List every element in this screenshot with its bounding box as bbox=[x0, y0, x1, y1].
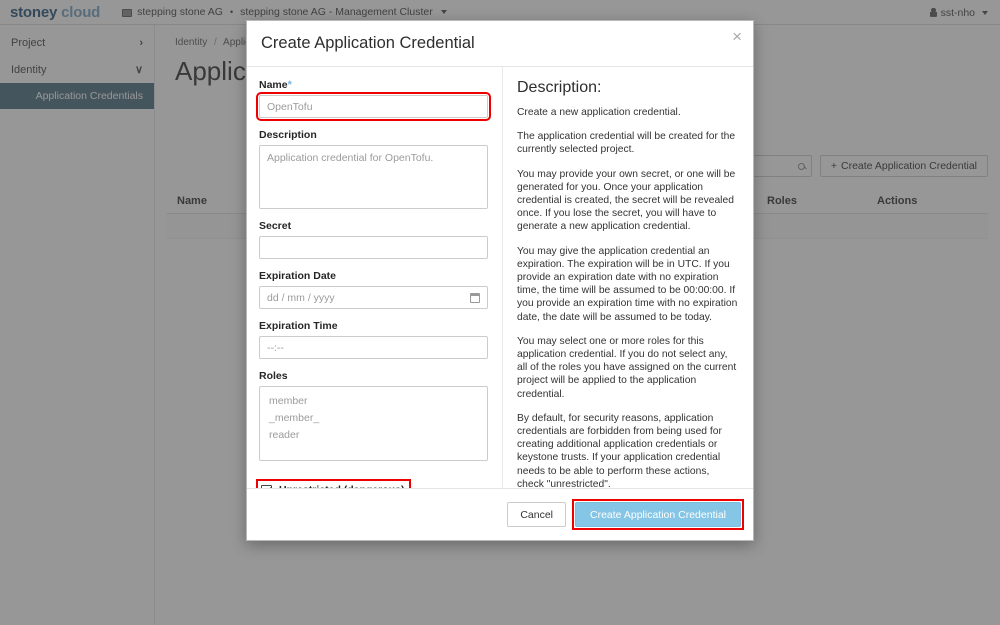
field-description-label: Description bbox=[259, 129, 317, 141]
description-textarea-value: Application credential for OpenTofu. bbox=[267, 152, 434, 164]
field-roles: Roles member _member_ reader bbox=[259, 370, 488, 461]
expiration-time-placeholder: --:-- bbox=[267, 341, 284, 354]
description-paragraph: You may provide your own secret, or one … bbox=[517, 168, 736, 233]
expiration-date-input[interactable]: dd / mm / yyyy bbox=[259, 286, 488, 309]
list-item[interactable]: member bbox=[260, 393, 487, 410]
field-secret: Secret bbox=[259, 220, 488, 259]
close-icon[interactable]: × bbox=[732, 28, 742, 45]
field-expiration-time-label: Expiration Time bbox=[259, 320, 338, 332]
description-textarea[interactable]: Application credential for OpenTofu. bbox=[259, 145, 488, 209]
modal-form-column: Name* OpenTofu Description Application c… bbox=[247, 67, 503, 488]
field-name: Name* OpenTofu bbox=[256, 79, 491, 121]
field-expiration-time: Expiration Time --:-- bbox=[259, 320, 488, 359]
description-heading: Description: bbox=[517, 79, 602, 96]
description-paragraph: You may select one or more roles for thi… bbox=[517, 335, 737, 400]
field-secret-label: Secret bbox=[259, 220, 292, 232]
roles-listbox[interactable]: member _member_ reader bbox=[259, 386, 488, 461]
field-name-label-text: Name bbox=[259, 79, 288, 91]
field-expiration-date: Expiration Date dd / mm / yyyy bbox=[259, 270, 488, 309]
list-item[interactable]: _member_ bbox=[260, 410, 487, 427]
app-root: stoney cloud stepping stone AG • steppin… bbox=[0, 0, 1000, 625]
field-roles-label: Roles bbox=[259, 370, 288, 382]
modal-footer: Cancel Create Application Credential bbox=[247, 488, 753, 540]
modal-header: Create Application Credential × bbox=[247, 21, 753, 67]
field-name-label: Name* bbox=[259, 79, 488, 91]
modal-body: Name* OpenTofu Description Application c… bbox=[247, 67, 753, 488]
cancel-button[interactable]: Cancel bbox=[507, 502, 566, 527]
name-input-value: OpenTofu bbox=[267, 100, 313, 113]
submit-button-highlight: Create Application Credential bbox=[572, 499, 744, 530]
description-paragraph: The application credential will be creat… bbox=[517, 131, 736, 156]
submit-button[interactable]: Create Application Credential bbox=[575, 502, 741, 527]
modal-title: Create Application Credential bbox=[261, 34, 475, 52]
list-item[interactable]: reader bbox=[260, 427, 487, 444]
required-marker: * bbox=[287, 79, 292, 91]
create-application-credential-modal: Create Application Credential × Name* Op… bbox=[246, 20, 754, 541]
description-paragraph: Create a new application credential. bbox=[517, 107, 681, 118]
checkbox-icon[interactable] bbox=[261, 484, 272, 488]
description-paragraph: You may give the application credential … bbox=[517, 245, 738, 323]
description-paragraph: By default, for security reasons, applic… bbox=[517, 412, 722, 488]
name-input[interactable]: OpenTofu bbox=[256, 92, 491, 121]
field-description: Description Application credential for O… bbox=[259, 129, 488, 209]
expiration-time-input[interactable]: --:-- bbox=[259, 336, 488, 359]
field-expiration-date-label: Expiration Date bbox=[259, 270, 337, 282]
modal-description-column: Description: Create a new application cr… bbox=[503, 67, 753, 488]
calendar-icon[interactable] bbox=[469, 292, 481, 303]
secret-input[interactable] bbox=[259, 236, 488, 259]
expiration-date-placeholder: dd / mm / yyyy bbox=[267, 291, 335, 304]
